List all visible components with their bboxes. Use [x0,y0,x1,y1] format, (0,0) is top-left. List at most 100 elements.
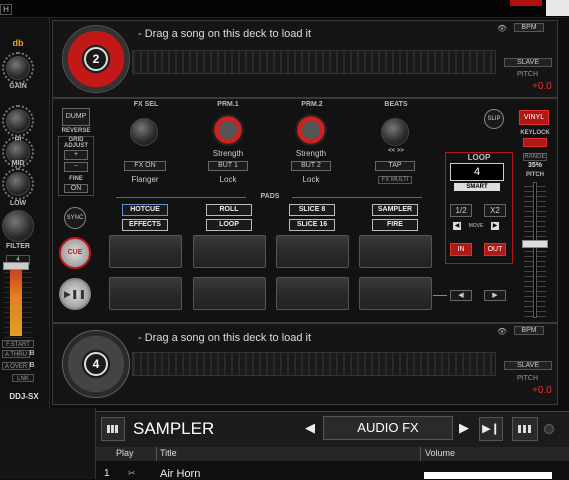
keylock-label: KEYLOCK [520,130,550,136]
deck-bottom-number: 4 [84,352,108,376]
pad-page-prev-icon[interactable]: ◀ [450,290,472,301]
deck-top-slave-button[interactable]: SLAVE [504,58,552,67]
sync-button[interactable]: SYNC [64,207,86,229]
sampler-next-page-icon[interactable]: ▶❙ [479,417,503,441]
smart-loop-button[interactable]: SMART [454,183,500,191]
sampler-grid-icon[interactable] [101,417,125,441]
deck-bottom-slave-button[interactable]: SLAVE [504,361,552,370]
hi-eq-knob[interactable] [6,109,30,133]
pads-divider-left [116,197,246,198]
range-button[interactable]: RANGE [523,153,547,161]
sampler-mode-select[interactable]: AUDIO FX [323,416,453,440]
pad-mode-hotcue[interactable]: HOTCUE [122,204,168,216]
but1-value: Lock [219,175,237,184]
top-right-logo [546,0,569,16]
deck-top-message: - Drag a song on this deck to load it [138,28,312,40]
fx-on-button[interactable]: FX ON [124,161,166,171]
loop-double-button[interactable]: X2 [484,204,506,217]
move-label: MOVE [468,223,484,229]
beats-knob[interactable] [381,118,409,146]
pad-5[interactable] [109,277,182,310]
top-left-tab[interactable]: H [0,4,12,15]
vinyl-button[interactable]: VINYL [519,110,549,125]
mode-prev-icon[interactable]: ◀ [305,420,317,436]
but1-button[interactable]: BUT 1 [208,161,248,171]
move-right-icon[interactable]: ▶ [491,222,499,230]
move-left-icon[interactable]: ◀ [453,222,461,230]
brand-label: DDJ-SX [9,392,39,401]
slip-button[interactable]: SLIP [484,109,504,129]
row-title: Air Horn [160,468,201,480]
gain-knob[interactable] [6,56,30,80]
but2-button[interactable]: BUT 2 [291,161,331,171]
pad-mode-roll[interactable]: ROLL [206,204,252,216]
top-red-indicator [510,0,542,6]
play-pause-button[interactable]: ▶❚❚ [59,278,91,310]
pad-3[interactable] [276,235,349,268]
loop-half-button[interactable]: 1/2 [450,204,472,217]
pad-mode-slice8[interactable]: SLICE 8 [289,204,335,216]
prm1-knob[interactable] [212,114,244,146]
row-volume-bar[interactable] [424,472,552,479]
deck-top-number: 2 [84,47,108,71]
grid-minus-button[interactable]: − [64,162,88,172]
col-volume[interactable]: Volume [425,448,485,458]
pad-mode-loop[interactable]: LOOP [206,219,252,231]
sampler-layout-icon[interactable] [512,417,538,441]
sampler-record-icon[interactable] [544,424,554,434]
deck-top-bpm: BPM [514,23,544,32]
fx-multi-button[interactable]: FX MULTI [378,176,412,184]
cue-button[interactable]: CUE [59,237,91,269]
link-button[interactable]: LNK [12,374,34,382]
pad-2[interactable] [193,235,266,268]
deck-top-pitch-value: +0.0 [532,81,552,92]
filter-label: FILTER [6,243,30,250]
prm2-knob[interactable] [295,114,327,146]
deck-bottom-message: - Drag a song on this deck to load it [138,332,312,344]
pitch-slider-handle[interactable] [522,240,548,248]
pad-mode-effects[interactable]: EFFECTS [122,219,168,231]
loop-in-button[interactable]: IN [450,243,472,256]
loop-out-button[interactable]: OUT [484,243,506,256]
col-play[interactable]: Play [116,448,156,458]
row-play-icon[interactable]: ✂ [128,468,142,479]
fx-sel-knob[interactable] [130,118,158,146]
pad-6[interactable] [193,277,266,310]
a-over-button[interactable]: A OVER [2,362,30,370]
but2-value: Lock [302,175,320,184]
deck-bottom-waveform[interactable] [132,352,496,376]
prm2-value: Strength [295,149,327,158]
pads-title: PADS [260,193,280,200]
filter-knob[interactable] [2,210,34,242]
pad-mode-slice16[interactable]: SLICE 16 [289,219,335,231]
low-eq-knob[interactable] [6,172,30,196]
grid-plus-button[interactable]: + [64,150,88,160]
fine-on-button[interactable]: ON [64,184,88,193]
deck-bottom-eye-icon[interactable]: 👁 [497,327,511,336]
col-title[interactable]: Title [160,448,220,458]
pad-mode-sampler[interactable]: SAMPLER [372,204,418,216]
pad-7[interactable] [276,277,349,310]
pad-mode-fire[interactable]: FIRE [372,219,418,231]
volume-fader-handle[interactable] [3,262,29,270]
dump-button[interactable]: DUMP [62,108,90,126]
tap-button[interactable]: TAP [375,161,415,171]
pad-1[interactable] [109,235,182,268]
pad-8[interactable] [359,277,432,310]
sampler-title: SAMPLER [133,419,215,438]
keylock-button[interactable] [523,138,547,147]
pad-4[interactable] [359,235,432,268]
beats-arrows: << >> [388,148,404,154]
deck-bottom-pitch-label: PITCH [517,375,538,382]
deck-top-pitch-label: PITCH [517,71,538,78]
deck-top-waveform[interactable] [132,50,496,74]
a-thru-button[interactable]: A THRU [2,350,30,358]
db-label: db [12,38,24,48]
mode-next-icon[interactable]: ▶ [459,420,471,436]
pitch-slider-rail [533,182,537,318]
fader-start-button[interactable]: F.START [2,340,34,348]
pad-page-next-icon[interactable]: ▶ [484,290,506,301]
deck-top-eye-icon[interactable]: 👁 [497,24,511,33]
beats-label: BEATS [384,101,408,108]
pads-divider-right [292,197,422,198]
